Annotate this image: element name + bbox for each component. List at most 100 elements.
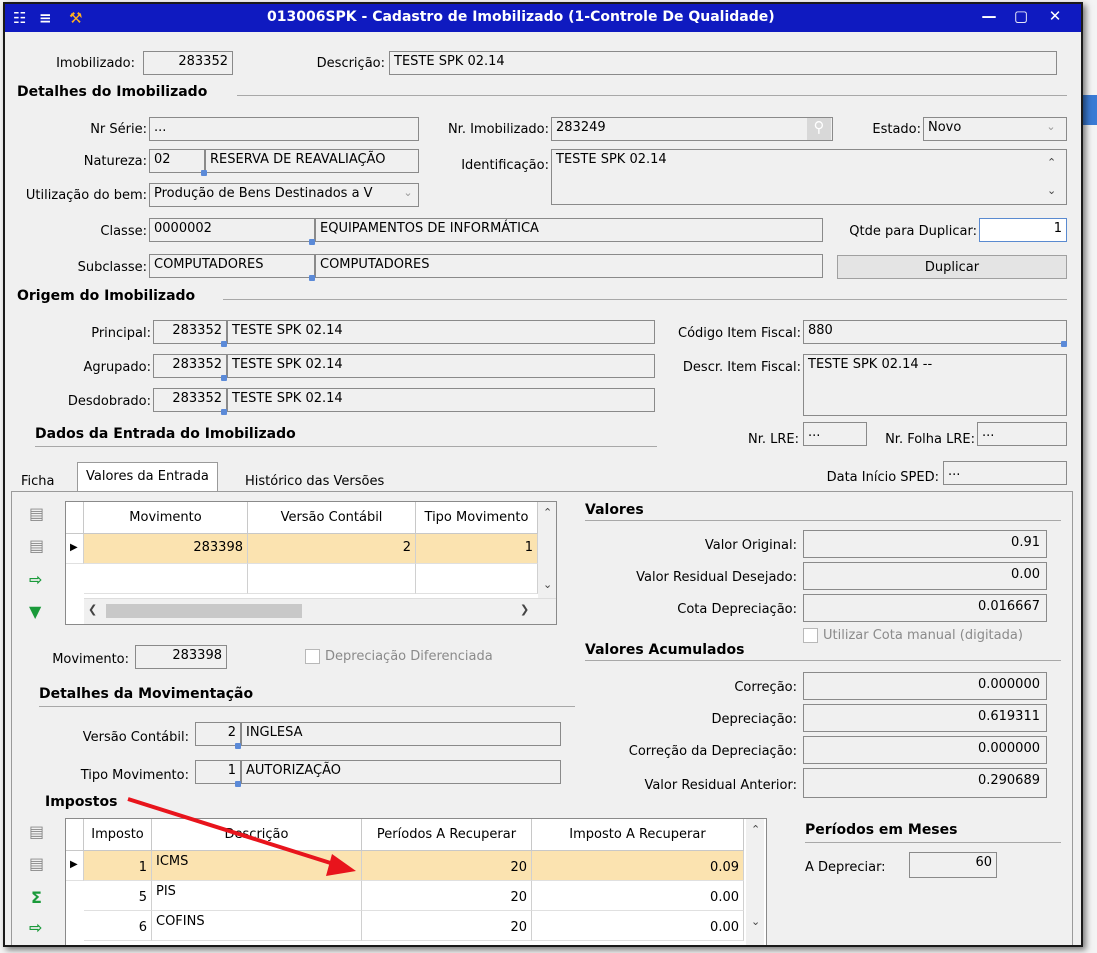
estado-dropdown-chevron-icon[interactable]: ⌄ — [1039, 120, 1063, 138]
versao-desc-field[interactable]: INGLESA — [241, 722, 561, 746]
qtde-duplicar-field[interactable]: 1 — [979, 218, 1067, 242]
row-indicator-icon[interactable]: ▶ — [66, 851, 84, 881]
grid-header-movimento[interactable]: Movimento — [84, 502, 248, 534]
utilizacao-select[interactable]: Produção de Bens Destinados a V — [149, 183, 419, 207]
impostos-vscroll-up-icon[interactable]: ⌃ — [751, 823, 760, 836]
grid-header-imposto-recuperar[interactable]: Imposto A Recuperar — [532, 819, 744, 851]
subclasse-lookup-corner-icon[interactable] — [309, 275, 315, 281]
layers-icon[interactable]: ≡ — [39, 9, 52, 27]
table-cell[interactable]: 283398 — [84, 534, 248, 564]
a-depreciar-field[interactable]: 60 — [909, 852, 997, 878]
minimize-button[interactable]: — — [977, 7, 1001, 29]
desdobrado-lookup-corner-icon[interactable] — [221, 409, 227, 415]
table-cell[interactable]: ICMS — [152, 851, 362, 881]
remove-row-icon[interactable]: ▤ — [29, 536, 44, 555]
cota-depreciacao-field[interactable]: 0.016667 — [803, 594, 1047, 622]
subclasse-code-field[interactable]: COMPUTADORES — [149, 254, 315, 278]
table-cell[interactable]: 2 — [248, 534, 416, 564]
codigo-item-fiscal-field[interactable]: 880 — [803, 320, 1067, 344]
export-icon[interactable]: ⇨ — [29, 570, 42, 589]
vscroll-down-icon[interactable]: ⌄ — [543, 578, 552, 591]
descricao-field[interactable]: TESTE SPK 02.14 — [389, 51, 1057, 75]
agrupado-desc-field[interactable]: TESTE SPK 02.14 — [227, 354, 655, 378]
natureza-desc-field[interactable]: RESERVA DE REAVALIAÇÃO — [205, 149, 419, 173]
table-cell[interactable]: 1 — [84, 851, 152, 881]
principal-code-field[interactable]: 283352 — [153, 320, 227, 344]
identificacao-scroll-up-icon[interactable]: ⌃ — [1047, 156, 1056, 169]
versao-lookup-corner-icon[interactable] — [235, 743, 241, 749]
subclasse-desc-field[interactable]: COMPUTADORES — [315, 254, 823, 278]
nr-folha-lre-field[interactable]: ... — [977, 422, 1067, 446]
valor-residual-field[interactable]: 0.00 — [803, 562, 1047, 590]
table-cell[interactable]: COFINS — [152, 911, 362, 941]
depreciacao-diferenciada-checkbox[interactable] — [305, 649, 320, 664]
table-cell[interactable]: 20 — [362, 911, 532, 941]
depreciacao-field[interactable]: 0.619311 — [803, 704, 1047, 732]
grid-header-descricao[interactable]: Descrição — [152, 819, 362, 851]
identificacao-field[interactable]: TESTE SPK 02.14 — [551, 149, 1067, 205]
table-cell[interactable]: 0.00 — [532, 911, 744, 941]
principal-lookup-corner-icon[interactable] — [221, 341, 227, 347]
imobilizado-field[interactable]: 283352 — [143, 51, 233, 75]
utilizacao-dropdown-chevron-icon[interactable]: ⌄ — [399, 186, 417, 199]
table-cell[interactable]: 5 — [84, 881, 152, 911]
sum-icon[interactable]: Σ — [31, 888, 42, 907]
table-cell[interactable]: 20 — [362, 881, 532, 911]
cota-manual-checkbox[interactable] — [803, 628, 818, 643]
title-bar[interactable]: ☷ ≡ ⚒ 013006SPK - Cadastro de Imobilizad… — [5, 4, 1081, 32]
impostos-add-row-icon[interactable]: ▤ — [29, 822, 44, 841]
identificacao-scroll-down-icon[interactable]: ⌄ — [1047, 184, 1056, 197]
wrench-icon[interactable]: ⚒ — [69, 9, 82, 27]
correcao-depreciacao-field[interactable]: 0.000000 — [803, 736, 1047, 764]
codigo-item-lookup-corner-icon[interactable] — [1061, 341, 1067, 347]
impostos-vscroll-down-icon[interactable]: ⌄ — [751, 915, 760, 928]
tab-valores-entrada[interactable]: Valores da Entrada — [77, 462, 218, 492]
classe-lookup-corner-icon[interactable] — [309, 239, 315, 245]
hscroll-thumb[interactable] — [106, 604, 302, 618]
natureza-lookup-corner-icon[interactable] — [201, 170, 207, 176]
table-cell[interactable]: 6 — [84, 911, 152, 941]
hscroll-left-icon[interactable]: ❮ — [88, 603, 97, 616]
classe-desc-field[interactable]: EQUIPAMENTOS DE INFORMÁTICA — [315, 218, 823, 242]
tipo-desc-field[interactable]: AUTORIZAÇÃO — [241, 760, 561, 784]
filter-down-icon[interactable]: ▼ — [29, 602, 41, 621]
row-indicator-icon[interactable]: ▶ — [66, 534, 84, 564]
table-cell[interactable]: 1 — [416, 534, 538, 564]
tipo-lookup-corner-icon[interactable] — [235, 781, 241, 787]
classe-code-field[interactable]: 0000002 — [149, 218, 315, 242]
table-cell[interactable]: PIS — [152, 881, 362, 911]
movimento-field[interactable]: 283398 — [135, 645, 227, 669]
natureza-code-field[interactable]: 02 — [149, 149, 205, 173]
desdobrado-desc-field[interactable]: TESTE SPK 02.14 — [227, 388, 655, 412]
grid-header-versao[interactable]: Versão Contábil — [248, 502, 416, 534]
menu-icon[interactable]: ☷ — [13, 9, 26, 27]
data-inicio-sped-field[interactable]: ... — [943, 461, 1067, 485]
agrupado-code-field[interactable]: 283352 — [153, 354, 227, 378]
nr-imobilizado-field[interactable]: 283249 — [551, 117, 833, 141]
valor-residual-anterior-field[interactable]: 0.290689 — [803, 768, 1047, 798]
versao-code-field[interactable]: 2 — [195, 722, 241, 746]
correcao-field[interactable]: 0.000000 — [803, 672, 1047, 700]
table-cell[interactable]: 20 — [362, 851, 532, 881]
vscroll-up-icon[interactable]: ⌃ — [543, 506, 552, 519]
add-row-icon[interactable]: ▤ — [29, 504, 44, 523]
grid-header-tipo[interactable]: Tipo Movimento — [416, 502, 538, 534]
desdobrado-code-field[interactable]: 283352 — [153, 388, 227, 412]
tipo-code-field[interactable]: 1 — [195, 760, 241, 784]
impostos-export-icon[interactable]: ⇨ — [29, 918, 42, 937]
duplicar-button[interactable]: Duplicar — [837, 255, 1067, 279]
principal-desc-field[interactable]: TESTE SPK 02.14 — [227, 320, 655, 344]
valor-original-field[interactable]: 0.91 — [803, 530, 1047, 558]
grid-header-periodos[interactable]: Períodos A Recuperar — [362, 819, 532, 851]
table-cell[interactable]: 0.09 — [532, 851, 744, 881]
descr-item-fiscal-field[interactable]: TESTE SPK 02.14 -- — [803, 354, 1067, 416]
table-cell[interactable]: 0.00 — [532, 881, 744, 911]
nr-lre-field[interactable]: ... — [803, 422, 867, 446]
search-icon[interactable]: ⚲ — [807, 118, 831, 140]
hscroll-right-icon[interactable]: ❯ — [520, 603, 529, 616]
grid-header-imposto[interactable]: Imposto — [84, 819, 152, 851]
maximize-button[interactable]: ▢ — [1009, 7, 1033, 29]
impostos-remove-row-icon[interactable]: ▤ — [29, 854, 44, 873]
nr-serie-field[interactable]: ... — [149, 117, 419, 141]
agrupado-lookup-corner-icon[interactable] — [221, 375, 227, 381]
